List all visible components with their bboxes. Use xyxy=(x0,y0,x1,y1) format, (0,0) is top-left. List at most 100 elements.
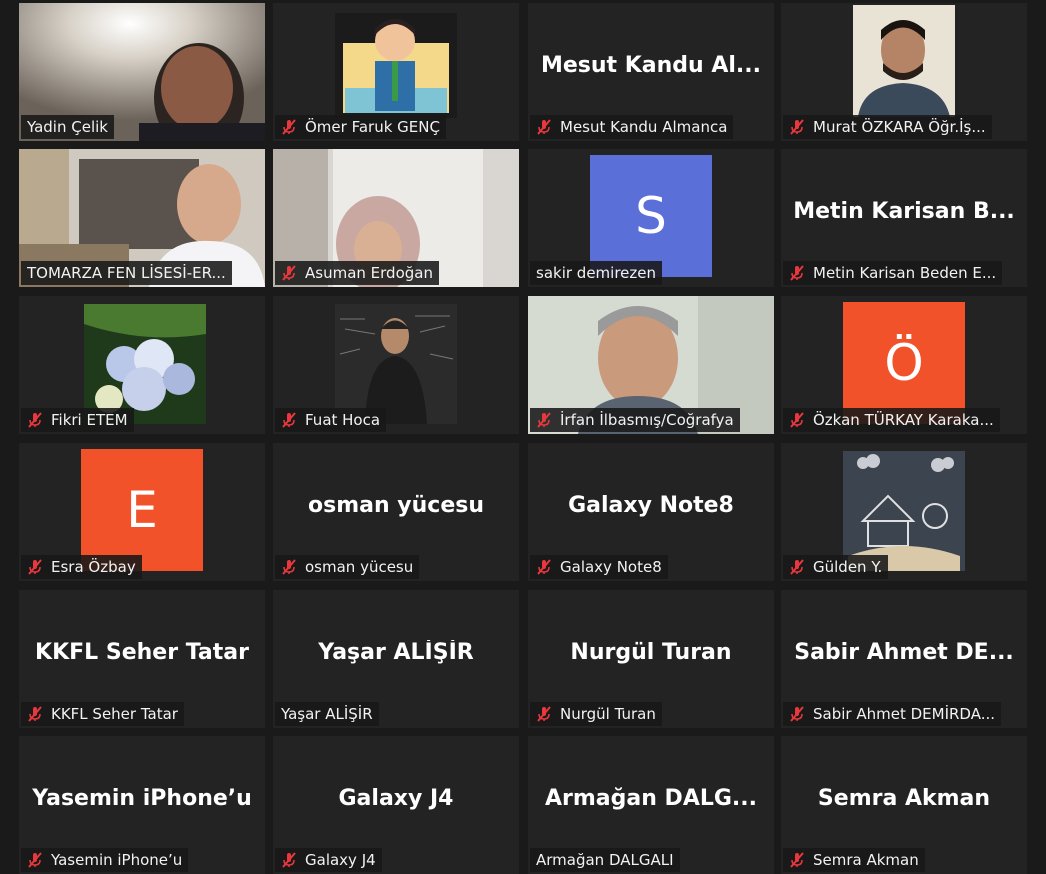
mic-muted-icon xyxy=(537,412,551,428)
participant-name: Yadin Çelik xyxy=(27,118,108,136)
participant-display-name: Mesut Kandu Al... xyxy=(540,53,761,78)
participant-name: Fikri ETEM xyxy=(51,411,128,429)
video-gallery: Yadin Çelik Ömer Faruk GENÇ Mesut Kandu … xyxy=(0,0,1046,874)
participant-name: Murat ÖZKARA Öğr.İş... xyxy=(813,118,986,136)
participant-name: Ömer Faruk GENÇ xyxy=(305,118,440,136)
participant-name: Metin Karisan Beden E... xyxy=(813,264,997,282)
participant-tile[interactable]: Armağan DALG... Armağan DALGALI xyxy=(528,736,774,874)
participant-display-name: Semra Akman xyxy=(817,786,991,811)
participant-name-label: Sabir Ahmet DEMİRDA... xyxy=(783,702,1001,726)
participant-name-label: Fuat Hoca xyxy=(275,408,387,432)
participant-tile[interactable]: Yadin Çelik xyxy=(19,3,265,141)
participant-display-name: Nurgül Turan xyxy=(570,640,732,665)
participant-tile[interactable]: Asuman Erdoğan xyxy=(273,149,519,287)
participant-tile[interactable]: Yasemin iPhone’u Yasemin iPhone’u xyxy=(19,736,265,874)
mic-muted-icon xyxy=(282,852,296,868)
participant-name: İrfan İlbasmış/Coğrafya xyxy=(560,411,734,429)
participant-name-label: Semra Akman xyxy=(783,848,925,872)
participant-name-label: Özkan TÜRKAY Karaka... xyxy=(783,408,1000,432)
participant-name-label: Ömer Faruk GENÇ xyxy=(275,115,446,139)
mic-muted-icon xyxy=(790,119,804,135)
mic-muted-icon xyxy=(537,559,551,575)
participant-display-name: Yaşar ALİŞİR xyxy=(318,640,474,665)
participant-tile[interactable]: İrfan İlbasmış/Coğrafya xyxy=(528,296,774,434)
participant-display-name: Armağan DALG... xyxy=(545,786,757,811)
participant-name-label: Yaşar ALİŞİR xyxy=(275,702,379,726)
participant-name: Yaşar ALİŞİR xyxy=(281,705,373,723)
participant-name: osman yücesu xyxy=(305,558,414,576)
mic-muted-icon xyxy=(790,706,804,722)
participant-name: Fuat Hoca xyxy=(305,411,381,429)
participant-name: Mesut Kandu Almanca xyxy=(560,118,728,136)
participant-display-name: Galaxy Note8 xyxy=(568,493,734,518)
mic-muted-icon xyxy=(537,119,551,135)
participant-name: Armağan DALGALI xyxy=(536,851,674,869)
participant-tile[interactable]: Galaxy Note8 Galaxy Note8 xyxy=(528,443,774,581)
participant-tile[interactable]: Semra Akman Semra Akman xyxy=(781,736,1027,874)
mic-muted-icon xyxy=(790,412,804,428)
participant-name-label: Asuman Erdoğan xyxy=(275,261,439,285)
participant-name: Asuman Erdoğan xyxy=(305,264,433,282)
mic-muted-icon xyxy=(28,412,42,428)
participant-name-label: Yadin Çelik xyxy=(21,115,114,139)
participant-tile[interactable]: E Esra Özbay xyxy=(19,443,265,581)
mic-muted-icon xyxy=(790,559,804,575)
participant-name-label: KKFL Seher Tatar xyxy=(21,702,184,726)
participant-name-label: Yasemin iPhone’u xyxy=(21,848,189,872)
participant-name-label: osman yücesu xyxy=(275,555,420,579)
participant-tile[interactable]: Fikri ETEM xyxy=(19,296,265,434)
mic-muted-icon xyxy=(790,265,804,281)
participant-name: Gülden Y. xyxy=(813,558,883,576)
participant-name-label: İrfan İlbasmış/Coğrafya xyxy=(530,408,740,432)
participant-name-label: Gülden Y. xyxy=(783,555,889,579)
participant-tile[interactable]: Metin Karisan B... Metin Karisan Beden E… xyxy=(781,149,1027,287)
participant-name-label: Esra Özbay xyxy=(21,555,142,579)
participant-picture xyxy=(335,13,457,118)
participant-name-label: Galaxy J4 xyxy=(275,848,382,872)
participant-tile[interactable]: S sakir demirezen xyxy=(528,149,774,287)
mic-muted-icon xyxy=(537,706,551,722)
participant-name: Galaxy J4 xyxy=(305,851,376,869)
participant-display-name: Galaxy J4 xyxy=(338,786,454,811)
mic-muted-icon xyxy=(282,265,296,281)
mic-muted-icon xyxy=(282,559,296,575)
participant-name: Sabir Ahmet DEMİRDA... xyxy=(813,705,995,723)
participant-display-name: osman yücesu xyxy=(307,493,485,518)
participant-tile[interactable]: Sabir Ahmet DE... Sabir Ahmet DEMİRDA... xyxy=(781,590,1027,728)
participant-name-label: TOMARZA FEN LİSESİ-ER... xyxy=(21,261,232,285)
participant-avatar: E xyxy=(81,449,203,571)
participant-tile[interactable]: osman yücesu osman yücesu xyxy=(273,443,519,581)
participant-name: Özkan TÜRKAY Karaka... xyxy=(813,411,994,429)
participant-tile[interactable]: Galaxy J4 Galaxy J4 xyxy=(273,736,519,874)
participant-tile[interactable]: Ö Özkan TÜRKAY Karaka... xyxy=(781,296,1027,434)
mic-muted-icon xyxy=(790,852,804,868)
participant-picture xyxy=(84,304,206,424)
participant-name: Esra Özbay xyxy=(51,558,136,576)
participant-name-label: Mesut Kandu Almanca xyxy=(530,115,734,139)
participant-name: Semra Akman xyxy=(813,851,919,869)
mic-muted-icon xyxy=(282,119,296,135)
participant-name-label: Murat ÖZKARA Öğr.İş... xyxy=(783,115,992,139)
participant-name-label: Fikri ETEM xyxy=(21,408,134,432)
participant-display-name: Metin Karisan B... xyxy=(793,199,1015,224)
mic-muted-icon xyxy=(28,559,42,575)
participant-tile[interactable]: TOMARZA FEN LİSESİ-ER... xyxy=(19,149,265,287)
participant-name: TOMARZA FEN LİSESİ-ER... xyxy=(27,264,226,282)
participant-name: sakir demirezen xyxy=(536,264,656,282)
participant-tile[interactable]: Murat ÖZKARA Öğr.İş... xyxy=(781,3,1027,141)
participant-name: Yasemin iPhone’u xyxy=(51,851,183,869)
participant-name-label: Galaxy Note8 xyxy=(530,555,668,579)
participant-avatar: Ö xyxy=(843,302,965,424)
participant-tile[interactable]: Fuat Hoca xyxy=(273,296,519,434)
participant-name-label: sakir demirezen xyxy=(530,261,662,285)
mic-muted-icon xyxy=(28,706,42,722)
participant-tile[interactable]: Gülden Y. xyxy=(781,443,1027,581)
participant-tile[interactable]: Yaşar ALİŞİR Yaşar ALİŞİR xyxy=(273,590,519,728)
participant-picture xyxy=(843,451,965,571)
participant-tile[interactable]: Nurgül Turan Nurgül Turan xyxy=(528,590,774,728)
participant-display-name: KKFL Seher Tatar xyxy=(35,640,249,665)
participant-tile[interactable]: Ömer Faruk GENÇ xyxy=(273,3,519,141)
participant-tile[interactable]: KKFL Seher Tatar KKFL Seher Tatar xyxy=(19,590,265,728)
participant-display-name: Sabir Ahmet DE... xyxy=(794,640,1014,665)
participant-tile[interactable]: Mesut Kandu Al... Mesut Kandu Almanca xyxy=(528,3,774,141)
